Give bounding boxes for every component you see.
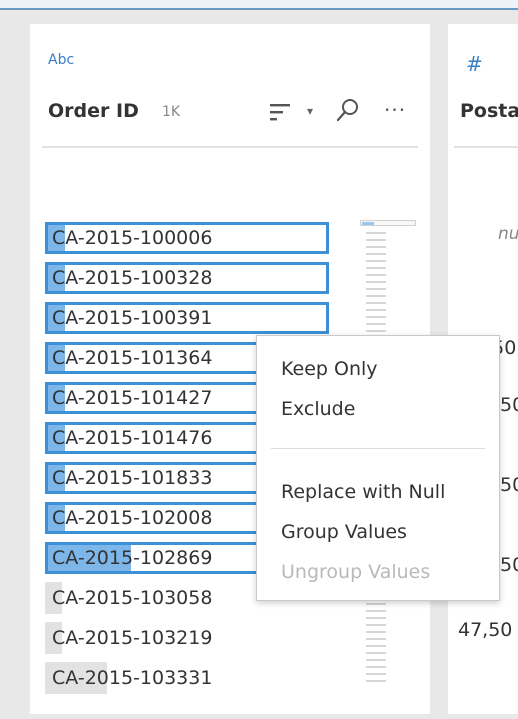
postal-value[interactable]: 50 [500,474,518,496]
value-label: CA-2015-102008 [52,507,213,529]
field-name: Order ID [48,100,139,122]
value-label: CA-2015-101427 [52,387,213,409]
value-label: CA-2015-103219 [52,627,213,649]
value-row[interactable]: CA-2015-100006 [45,222,329,254]
value-label: CA-2015-100391 [52,307,213,329]
menu-item-exclude[interactable]: Exclude [281,398,355,420]
string-type-icon[interactable]: Abc [48,52,74,68]
value-label: CA-2015-101364 [52,347,213,369]
menu-item-replace-with-null[interactable]: Replace with Null [281,481,445,503]
mini-scroll-window[interactable] [360,220,416,226]
chevron-down-icon[interactable]: ▾ [307,104,313,118]
value-label: CA-2015-101833 [52,467,213,489]
header-divider [42,146,418,148]
value-label: CA-2015-103331 [52,667,213,689]
value-label: CA-2015-100006 [52,227,213,249]
value-row[interactable]: CA-2015-103219 [45,622,329,654]
more-icon[interactable]: ··· [384,98,406,122]
value-row[interactable]: CA-2015-103331 [45,662,329,694]
search-icon[interactable] [336,98,360,124]
context-menu: Keep Only Exclude Replace with Null Grou… [256,335,500,601]
value-row[interactable]: CA-2015-100328 [45,262,329,294]
postal-value[interactable]: 47,50 [458,619,512,641]
postal-value[interactable]: 50 [500,554,518,576]
value-label: CA-2015-100328 [52,267,213,289]
sort-lines-icon[interactable] [270,102,292,122]
menu-divider [271,448,485,449]
distinct-count: 1K [162,104,181,120]
value-row[interactable]: CA-2015-100391 [45,302,329,334]
postal-value[interactable]: 50 [500,394,518,416]
scroll-highlight [362,222,374,225]
number-type-icon[interactable]: # [466,52,483,76]
field-name-postal: Posta [460,100,518,122]
postal-value[interactable]: nu [498,224,518,244]
value-label: CA-2015-101476 [52,427,213,449]
menu-item-group-values[interactable]: Group Values [281,521,407,543]
header-divider-postal [454,146,518,148]
top-bar [0,0,518,10]
value-label: CA-2015-103058 [52,587,213,609]
menu-item-keep-only[interactable]: Keep Only [281,358,378,380]
value-label: CA-2015-102869 [52,547,213,569]
menu-item-ungroup-values: Ungroup Values [281,561,431,583]
